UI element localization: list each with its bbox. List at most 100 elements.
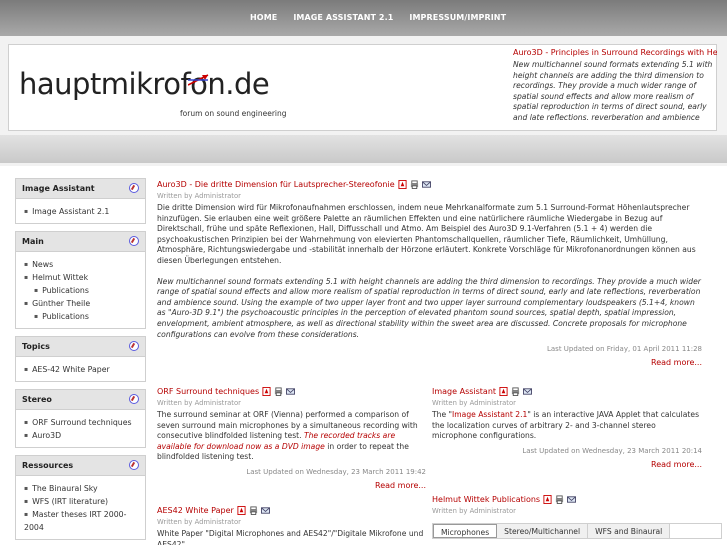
- sidebar-item[interactable]: Auro3D: [24, 429, 145, 442]
- module-title-text: Main: [22, 237, 44, 246]
- module-title-text: Topics: [22, 342, 50, 351]
- image-assistant-link[interactable]: Image Assistant 2.1: [452, 410, 527, 419]
- sidebar-item[interactable]: News: [24, 258, 145, 271]
- pdf-icon[interactable]: [237, 506, 246, 515]
- read-more-link[interactable]: Read more...: [432, 460, 702, 469]
- article-title[interactable]: Helmut Wittek Publications: [432, 495, 540, 504]
- module-menu: NewsHelmut WittekPublicationsGünther The…: [16, 252, 145, 328]
- article-title[interactable]: Image Assistant: [432, 387, 496, 396]
- read-more-link[interactable]: Read more...: [157, 481, 426, 490]
- email-icon[interactable]: [421, 180, 431, 189]
- article-body-en: New multichannel sound formats extending…: [157, 276, 701, 339]
- edit-module-icon[interactable]: [129, 460, 139, 470]
- email-icon[interactable]: [286, 387, 296, 396]
- sidebar-module-ressources: Ressources The Binaural SkyWFS (IRT liter…: [15, 455, 146, 540]
- article-body: White Paper "Digital Microphones and AES…: [157, 529, 424, 545]
- edit-module-icon[interactable]: [129, 394, 139, 404]
- print-icon[interactable]: [410, 180, 419, 189]
- read-more-link[interactable]: Read more...: [157, 358, 702, 367]
- article-author: Written by Administrator: [157, 399, 241, 407]
- sidebar-item[interactable]: Publications: [24, 284, 145, 297]
- newsflash: Auro3D - Principles in Surround Recordin…: [513, 48, 717, 120]
- article-updated: Last Updated on Wednesday, 23 March 2011…: [522, 446, 702, 455]
- sidebar-item[interactable]: Günther Theile: [24, 297, 145, 310]
- article-title[interactable]: AES42 White Paper: [157, 506, 234, 515]
- top-nav: HOME IMAGE ASSISTANT 2.1 IMPRESSUM/IMPRI…: [250, 13, 506, 22]
- sidebar-module-main: MainNewsHelmut WittekPublicationsGünther…: [15, 231, 146, 329]
- sidebar-module-image-assistant: Image Assistant Image Assistant 2.1: [15, 178, 146, 224]
- pdf-icon[interactable]: [398, 180, 407, 189]
- publication-tabs: Microphones Stereo/Multichannel WFS and …: [432, 523, 722, 539]
- module-title: Topics: [16, 337, 145, 357]
- article-orf: ORF Surround techniques Written by Admin…: [157, 387, 426, 490]
- edit-module-icon[interactable]: [129, 183, 139, 193]
- sidebar-item[interactable]: Image Assistant 2.1: [24, 205, 145, 218]
- newsflash-title[interactable]: Auro3D - Principles in Surround Recordin…: [513, 48, 717, 57]
- email-icon[interactable]: [260, 506, 270, 515]
- tab-stereo-multichannel[interactable]: Stereo/Multichannel: [497, 524, 589, 538]
- module-menu: Image Assistant 2.1: [16, 199, 145, 223]
- sidebar-item[interactable]: AES-42 White Paper: [24, 363, 145, 376]
- article-updated: Last Updated on Wednesday, 23 March 2011…: [246, 467, 426, 476]
- logo-arrow-icon: [188, 74, 209, 86]
- pdf-icon[interactable]: [262, 387, 271, 396]
- module-title: Image Assistant: [16, 179, 145, 199]
- module-menu: The Binaural SkyWFS (IRT literature)Mast…: [16, 476, 145, 539]
- module-menu: ORF Surround techniquesAuro3D: [16, 410, 145, 447]
- article-author: Written by Administrator: [432, 507, 516, 515]
- logo-text-start: hauptmikrof: [19, 67, 191, 101]
- sidebar-item[interactable]: ORF Surround techniques: [24, 416, 145, 429]
- sidebar-item[interactable]: Publications: [24, 310, 145, 323]
- logo-text-end: n.de: [207, 67, 270, 101]
- site-logo[interactable]: hauptmikrofo n.de: [19, 67, 270, 101]
- nav-impressum[interactable]: IMPRESSUM/IMPRINT: [409, 13, 506, 22]
- nav-home[interactable]: HOME: [250, 13, 277, 22]
- nav-image-assistant[interactable]: IMAGE ASSISTANT 2.1: [293, 13, 393, 22]
- article-body: The "Image Assistant 2.1" is an interact…: [432, 410, 702, 442]
- print-icon[interactable]: [555, 495, 564, 504]
- logo-o: o: [188, 67, 209, 101]
- article-text-before: The ": [432, 410, 453, 419]
- module-menu: AES-42 White Paper: [16, 357, 145, 381]
- pdf-icon[interactable]: [499, 387, 508, 396]
- header-strip: [0, 135, 727, 163]
- module-title: Main: [16, 232, 145, 252]
- sidebar-item[interactable]: WFS (IRT literature): [24, 495, 145, 508]
- article-body: The surround seminar at ORF (Vienna) per…: [157, 410, 426, 463]
- pdf-icon[interactable]: [543, 495, 552, 504]
- article-aes42: AES42 White Paper Written by Administrat…: [157, 506, 426, 545]
- sidebar-module-stereo: Stereo ORF Surround techniquesAuro3D: [15, 389, 146, 448]
- print-icon[interactable]: [249, 506, 258, 515]
- tab-wfs-binaural[interactable]: WFS and Binaural: [588, 524, 671, 538]
- main-content: Auro3D - Die dritte Dimension für Lautsp…: [157, 180, 702, 367]
- top-nav-bar: HOME IMAGE ASSISTANT 2.1 IMPRESSUM/IMPRI…: [0, 0, 727, 36]
- article-author: Written by Administrator: [432, 399, 516, 407]
- module-title-text: Image Assistant: [22, 184, 95, 193]
- module-title-text: Stereo: [22, 395, 52, 404]
- sidebar-item[interactable]: Helmut Wittek: [24, 271, 145, 284]
- article-title[interactable]: Auro3D - Die dritte Dimension für Lautsp…: [157, 180, 395, 189]
- email-icon[interactable]: [523, 387, 533, 396]
- article-body-de: Die dritte Dimension wird für Mikrofonau…: [157, 203, 696, 265]
- article-author: Written by Administrator: [157, 192, 241, 200]
- print-icon[interactable]: [274, 387, 283, 396]
- module-title: Stereo: [16, 390, 145, 410]
- edit-module-icon[interactable]: [129, 236, 139, 246]
- article-author: Written by Administrator: [157, 518, 241, 526]
- newsflash-text: New multichannel sound formats extending…: [513, 60, 713, 120]
- site-tagline: forum on sound engineering: [180, 109, 287, 118]
- article-updated: Last Updated on Friday, 01 April 2011 11…: [546, 345, 702, 354]
- header-box: hauptmikrofo n.de forum on sound engineer…: [8, 44, 717, 131]
- sidebar: Image Assistant Image Assistant 2.1 Main Ne…: [15, 178, 146, 545]
- article-title[interactable]: ORF Surround techniques: [157, 387, 259, 396]
- email-icon[interactable]: [567, 495, 577, 504]
- sidebar-item[interactable]: Master theses IRT 2000-2004: [24, 508, 145, 534]
- article-auro3d: Auro3D - Die dritte Dimension für Lautsp…: [157, 180, 702, 367]
- edit-module-icon[interactable]: [129, 341, 139, 351]
- print-icon[interactable]: [511, 387, 520, 396]
- sidebar-item[interactable]: The Binaural Sky: [24, 482, 145, 495]
- tab-microphones[interactable]: Microphones: [433, 524, 498, 538]
- article-wittek-publications: Helmut Wittek Publications Written by Ad…: [432, 495, 722, 539]
- sidebar-module-topics: Topics AES-42 White Paper: [15, 336, 146, 382]
- module-title: Ressources: [16, 456, 145, 476]
